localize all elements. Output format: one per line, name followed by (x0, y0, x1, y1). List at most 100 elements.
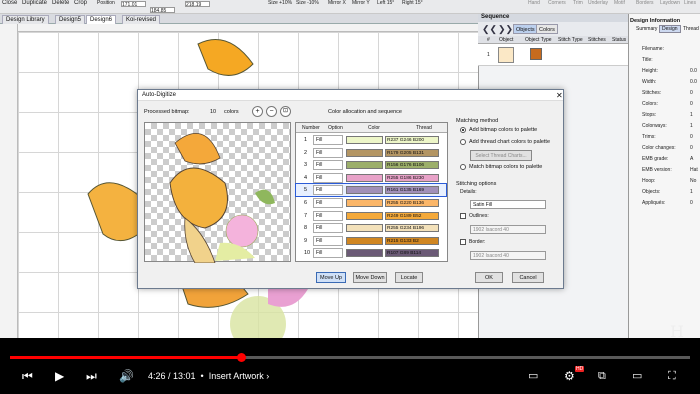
close-button[interactable]: Close (2, 0, 17, 6)
mirror-y-button[interactable]: Mirror Y (352, 0, 370, 6)
size-minus-button[interactable]: Size -10% (296, 0, 319, 6)
move-last-icon[interactable]: ❯❯ (498, 24, 513, 34)
volume-icon[interactable]: 🔊 (119, 369, 134, 383)
close-icon[interactable]: ✕ (556, 91, 563, 100)
radio-match-bitmap[interactable] (460, 164, 466, 170)
color-swatch[interactable] (346, 211, 383, 220)
color-row[interactable]: 9 Fill R215 G133 B2 (296, 235, 446, 247)
color-swatch[interactable] (346, 249, 383, 258)
color-swatch[interactable] (346, 236, 383, 245)
tab-objects[interactable]: Objects (513, 24, 538, 34)
outlines-thread-select[interactable]: 1902 Isacord 40 (470, 225, 546, 234)
thread-value[interactable]: R161 G135 B169 (385, 186, 439, 195)
sequence-row[interactable]: 1 (478, 44, 628, 66)
color-row-option-select[interactable]: Fill (313, 172, 343, 183)
size-width-field[interactable]: 184.85 (150, 7, 175, 14)
tab-thread[interactable]: Thread (683, 26, 699, 32)
hand-tool[interactable]: Hand (528, 0, 540, 6)
thread-value[interactable]: R249 G189 B52 (385, 211, 439, 220)
move-first-icon[interactable]: ❮❮ (482, 24, 497, 34)
move-up-button[interactable]: Move Up (316, 272, 346, 283)
border-thread-select[interactable]: 1902 Isacord 40 (470, 251, 546, 260)
thread-value[interactable]: R255 G220 B136 (385, 199, 439, 207)
color-swatch[interactable] (346, 148, 383, 157)
color-row[interactable]: 4 Fill R255 G186 B230 (296, 172, 446, 184)
position-y-field[interactable]: 218.19 (185, 1, 210, 8)
tab-koi-revised[interactable]: Koi-revised (122, 15, 161, 24)
mirror-x-button[interactable]: Mirror X (328, 0, 346, 6)
trim-tool[interactable]: Trim (573, 0, 583, 6)
border-checkbox[interactable] (460, 239, 466, 245)
move-down-button[interactable]: Move Down (353, 272, 387, 283)
thread-value[interactable]: R215 G133 B2 (385, 236, 439, 245)
radio-add-thread-chart[interactable] (460, 139, 466, 145)
color-row-option-select[interactable]: Fill (313, 198, 343, 208)
cancel-button[interactable]: Cancel (512, 272, 544, 283)
ok-button[interactable]: OK (475, 272, 503, 283)
color-row-option-select[interactable]: Fill (313, 223, 343, 234)
locate-button[interactable]: Locate (395, 272, 423, 283)
radio-add-bitmap[interactable] (460, 127, 466, 133)
color-swatch[interactable] (346, 186, 383, 195)
color-row[interactable]: 1 Fill R237 G246 B200 (296, 134, 446, 146)
thread-value[interactable]: R255 G186 B230 (385, 173, 439, 182)
zoom-out-icon[interactable]: − (266, 106, 277, 117)
color-row-option-select[interactable]: Fill (313, 160, 343, 171)
color-row[interactable]: 2 Fill R179 G205 B131 (296, 147, 446, 159)
captions-icon[interactable]: ▭ (528, 369, 538, 383)
color-swatch[interactable] (346, 199, 383, 207)
rotate-right-button[interactable]: Right 15° (402, 0, 423, 6)
zoom-in-icon[interactable]: + (252, 106, 263, 117)
thread-value[interactable]: R107 G89 B114 (385, 249, 439, 258)
motif-tool[interactable]: Motif (614, 0, 625, 6)
color-swatch[interactable] (346, 136, 383, 144)
thread-value[interactable]: R255 G234 B196 (385, 224, 439, 233)
thread-value[interactable]: R237 G246 B200 (385, 136, 439, 144)
color-row-option-select[interactable]: Fill (313, 248, 343, 259)
tab-colors[interactable]: Colors (536, 24, 558, 34)
underlay-tool[interactable]: Underlay (588, 0, 608, 6)
color-row[interactable]: 3 Fill R156 G176 B106 (296, 159, 446, 171)
bitmap-preview[interactable] (144, 122, 291, 264)
settings-icon[interactable]: ⚙ (564, 369, 575, 383)
lines-tool[interactable]: Lines (684, 0, 696, 6)
duplicate-button[interactable]: Duplicate (22, 0, 47, 6)
color-row[interactable]: 10 Fill R107 G89 B114 (296, 247, 446, 259)
rotate-left-button[interactable]: Left 15° (377, 0, 394, 6)
theater-icon[interactable]: ▭ (632, 369, 642, 383)
color-swatch[interactable] (346, 173, 383, 182)
thread-value[interactable]: R156 G176 B106 (385, 161, 439, 170)
borders-tool[interactable]: Borders (636, 0, 654, 6)
color-row[interactable]: 5 Fill R161 G135 B169 (295, 183, 447, 198)
corners-tool[interactable]: Corners (548, 0, 566, 6)
outlines-checkbox[interactable] (460, 213, 466, 219)
tab-design-library[interactable]: Design Library (2, 15, 49, 24)
color-swatch[interactable] (346, 161, 383, 170)
color-row[interactable]: 6 Fill R255 G220 B136 (296, 197, 446, 209)
play-icon[interactable]: ▶ (55, 369, 64, 383)
crop-button[interactable]: Crop (74, 0, 87, 6)
next-icon[interactable]: ⏭ (86, 369, 97, 383)
stitch-type-select[interactable]: Satin Fill (470, 200, 546, 209)
delete-button[interactable]: Delete (52, 0, 69, 6)
thread-value[interactable]: R179 G205 B131 (385, 148, 439, 157)
position-x-field[interactable]: 171.01 (121, 1, 146, 8)
color-row[interactable]: 7 Fill R249 G189 B52 (296, 210, 446, 222)
color-row[interactable]: 8 Fill R255 G234 B196 (296, 222, 446, 234)
previous-icon[interactable]: ⏮ (22, 369, 33, 383)
color-row-option-select[interactable]: Fill (313, 185, 343, 196)
laydown-tool[interactable]: Laydown (660, 0, 680, 6)
color-row-option-select[interactable]: Fill (313, 135, 343, 145)
size-plus-button[interactable]: Size +10% (268, 0, 292, 6)
color-row-option-select[interactable]: Fill (313, 235, 343, 246)
zoom-fit-icon[interactable]: ⊡ (280, 106, 291, 117)
color-row-option-select[interactable]: Fill (313, 147, 343, 158)
tab-design5[interactable]: Design5 (55, 15, 86, 24)
chapter-title[interactable]: Insert Artwork (209, 371, 264, 381)
tab-design6[interactable]: Design6 (86, 15, 117, 24)
color-row-option-select[interactable]: Fill (313, 210, 343, 221)
color-swatch[interactable] (346, 224, 383, 233)
miniplayer-icon[interactable]: ⧉ (598, 369, 606, 383)
tab-design[interactable]: Design (659, 25, 681, 33)
select-thread-charts-button[interactable]: Select Thread Charts... (470, 150, 532, 161)
